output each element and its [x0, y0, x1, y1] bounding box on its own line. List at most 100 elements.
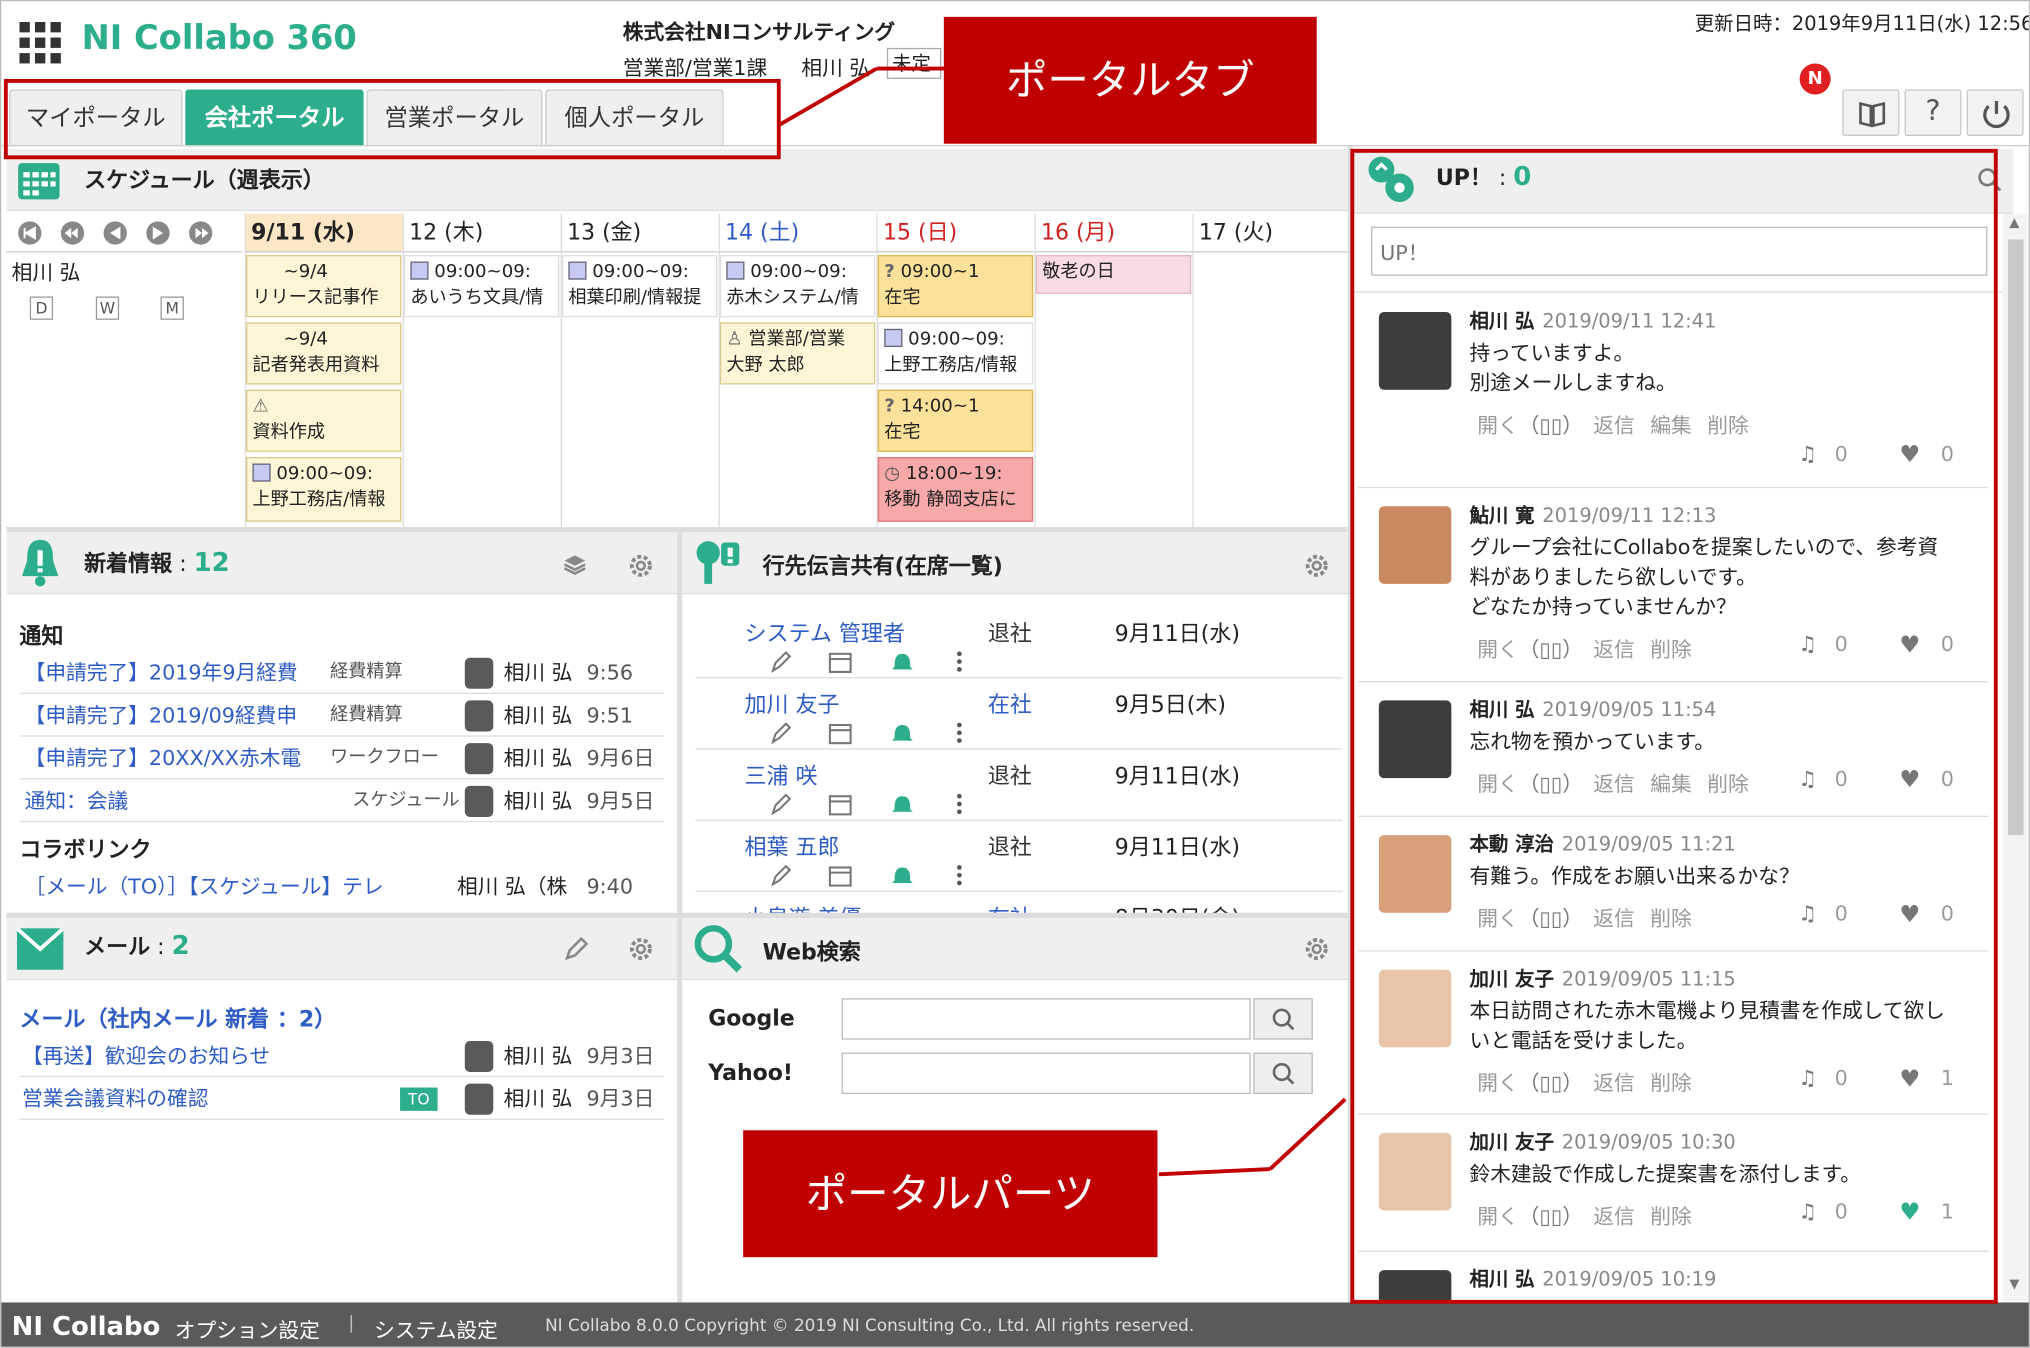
- calendar-icon[interactable]: [827, 862, 853, 888]
- person-name-link[interactable]: 三浦 咲: [744, 757, 817, 790]
- mail-sender[interactable]: 相川 弘: [504, 1077, 573, 1118]
- news-row[interactable]: 通知：会議 スケジュール 相川 弘 9月5日: [19, 779, 665, 823]
- schedule-title: スケジュール（週表示）: [84, 168, 325, 195]
- portal-parts-callout: ポータルパーツ: [743, 1130, 1158, 1258]
- whereabouts-row[interactable]: 加川 友子 在社 9月5日(木): [695, 678, 1343, 750]
- bell-icon[interactable]: [889, 649, 915, 675]
- calendar-icon[interactable]: [827, 791, 853, 817]
- to-badge: TO: [400, 1087, 438, 1111]
- schedule-event[interactable]: ~9/4 リリース記事作: [245, 255, 402, 318]
- more-icon[interactable]: [952, 862, 968, 888]
- gear-icon[interactable]: [628, 553, 654, 579]
- bell-icon[interactable]: [889, 720, 915, 746]
- news-row-title[interactable]: 通知：会議: [25, 779, 129, 820]
- person-name-link[interactable]: システム 管理者: [744, 615, 904, 647]
- pencil-icon[interactable]: [768, 862, 791, 888]
- schedule-event[interactable]: ⚠ 資料作成: [245, 389, 402, 452]
- mail-date: 9月3日: [586, 1043, 655, 1069]
- person-name-link[interactable]: 相葉 五郎: [744, 829, 839, 861]
- avatar: [464, 700, 494, 732]
- schedule-event[interactable]: 09:00~09: 赤木システム/情: [719, 255, 876, 318]
- bell-icon[interactable]: [889, 862, 915, 888]
- news-row-category: ワークフロー: [330, 747, 439, 768]
- mail-row[interactable]: 【再送】歓迎会のお知らせ 相川 弘 9月3日: [19, 1034, 665, 1078]
- collab-link-row[interactable]: ［メール（TO）］【スケジュール】テレ 相川 弘（株 9:40: [19, 865, 664, 908]
- app-logo[interactable]: NI Collabo 360: [82, 19, 357, 58]
- news-row-title[interactable]: 【申請完了】20XX/XX赤木電: [25, 737, 302, 778]
- day-header-mon[interactable]: 16 (月): [1034, 213, 1193, 253]
- yahoo-search-input[interactable]: [841, 1052, 1251, 1095]
- manual-button[interactable]: [1842, 89, 1900, 136]
- logout-button[interactable]: [1966, 89, 2024, 136]
- gear-icon[interactable]: [1304, 553, 1330, 579]
- whereabouts-row[interactable]: 三浦 咲 退社 9月11日(水): [695, 750, 1343, 821]
- gear-icon[interactable]: [628, 936, 654, 962]
- app-grid-icon[interactable]: [19, 22, 63, 66]
- option-settings-link[interactable]: オプション設定: [175, 1313, 320, 1344]
- whereabouts-row[interactable]: 相葉 五郎 退社 9月11日(水): [695, 821, 1343, 893]
- pencil-icon[interactable]: [563, 936, 589, 962]
- help-button[interactable]: ?: [1904, 89, 1962, 136]
- yahoo-search-button[interactable]: [1253, 1052, 1313, 1095]
- person-name-link[interactable]: 加川 友子: [744, 686, 839, 719]
- schedule-person[interactable]: 相川 弘: [12, 255, 81, 286]
- news-row-user[interactable]: 相川 弘: [504, 651, 573, 692]
- news-row-user[interactable]: 相川 弘: [504, 779, 573, 820]
- gear-icon[interactable]: [1304, 936, 1330, 962]
- more-icon[interactable]: [952, 791, 968, 817]
- footer-logo[interactable]: NI Collabo: [12, 1310, 161, 1341]
- mail-subject[interactable]: 【再送】歓迎会のお知らせ: [22, 1034, 270, 1075]
- schedule-event[interactable]: 09:00~09: 上野工務店/情報: [245, 457, 402, 522]
- prev-day-button[interactable]: [92, 214, 135, 253]
- mail-row[interactable]: 営業会議資料の確認 TO 相川 弘 9月3日: [19, 1077, 665, 1120]
- schedule-event[interactable]: ◷ 18:00~19: 移動 静岡支店に: [877, 457, 1034, 522]
- mail-summary-link[interactable]: メール（社内メール 新着 ：2）: [19, 1001, 336, 1033]
- schedule-event[interactable]: 09:00~09: 相葉印刷/情報提: [561, 255, 718, 318]
- mail-sender[interactable]: 相川 弘: [504, 1034, 573, 1075]
- month-view-button[interactable]: M: [160, 296, 184, 320]
- week-view-button[interactable]: W: [95, 296, 120, 320]
- more-icon[interactable]: [952, 649, 968, 675]
- news-row[interactable]: 【申請完了】2019年9月経費 経費精算 相川 弘 9:56: [19, 651, 665, 694]
- pencil-icon[interactable]: [768, 720, 791, 746]
- schedule-event[interactable]: 09:00~09: あいうち文具/情: [403, 255, 560, 318]
- day-header-tue[interactable]: 17 (火): [1192, 213, 1348, 253]
- layers-icon[interactable]: [563, 553, 586, 576]
- mail-subject[interactable]: 営業会議資料の確認: [22, 1077, 208, 1118]
- next-day-button[interactable]: [135, 214, 178, 253]
- news-row[interactable]: 【申請完了】20XX/XX赤木電 ワークフロー 相川 弘 9月6日: [19, 737, 665, 780]
- next-week-button[interactable]: [177, 214, 220, 253]
- calendar-icon[interactable]: [827, 720, 853, 746]
- news-row[interactable]: 【申請完了】2019/09経費申 経費精算 相川 弘 9:51: [19, 694, 665, 737]
- holiday-event[interactable]: 敬老の日: [1035, 255, 1192, 294]
- google-search-input[interactable]: [841, 998, 1251, 1040]
- schedule-event[interactable]: ? 14:00~1 在宅: [877, 389, 1034, 452]
- google-search-button[interactable]: [1253, 998, 1313, 1040]
- day-header-thu[interactable]: 12 (木): [402, 213, 561, 253]
- schedule-event[interactable]: 09:00~09: 上野工務店/情報: [877, 322, 1034, 385]
- notification-badge[interactable]: N: [1799, 63, 1831, 95]
- news-row-title[interactable]: 【申請完了】2019年9月経費: [25, 651, 298, 692]
- whereabouts-row[interactable]: システム 管理者 退社 9月11日(水): [695, 607, 1343, 679]
- day-header-fri[interactable]: 13 (金): [560, 213, 719, 253]
- schedule-event[interactable]: ? 09:00~1 在宅: [877, 255, 1034, 318]
- day-header-sun[interactable]: 15 (日): [876, 213, 1035, 253]
- more-icon[interactable]: [952, 720, 968, 746]
- schedule-event[interactable]: ♙ 営業部/営業 大野 太郎: [719, 322, 876, 385]
- news-row-title[interactable]: 【申請完了】2019/09経費申: [25, 694, 298, 735]
- copyright: NI Collabo 8.0.0 Copyright © 2019 NI Con…: [545, 1316, 1195, 1337]
- system-settings-link[interactable]: システム設定: [374, 1313, 498, 1344]
- day-view-button[interactable]: D: [29, 296, 54, 320]
- calendar-icon[interactable]: [827, 649, 853, 675]
- day-header-sat[interactable]: 14 (土): [718, 213, 877, 253]
- up-scrollbar[interactable]: ▲ ▼: [2002, 213, 2029, 1302]
- news-row-user[interactable]: 相川 弘: [504, 694, 573, 735]
- day-header-wed[interactable]: 9/11 (水): [244, 213, 403, 253]
- pencil-icon[interactable]: [768, 791, 791, 817]
- first-week-button[interactable]: [6, 214, 49, 253]
- prev-week-button[interactable]: [49, 214, 92, 253]
- schedule-event[interactable]: ~9/4 記者発表用資料: [245, 322, 402, 385]
- pencil-icon[interactable]: [768, 649, 791, 675]
- news-row-user[interactable]: 相川 弘: [504, 737, 573, 778]
- bell-icon[interactable]: [889, 791, 915, 817]
